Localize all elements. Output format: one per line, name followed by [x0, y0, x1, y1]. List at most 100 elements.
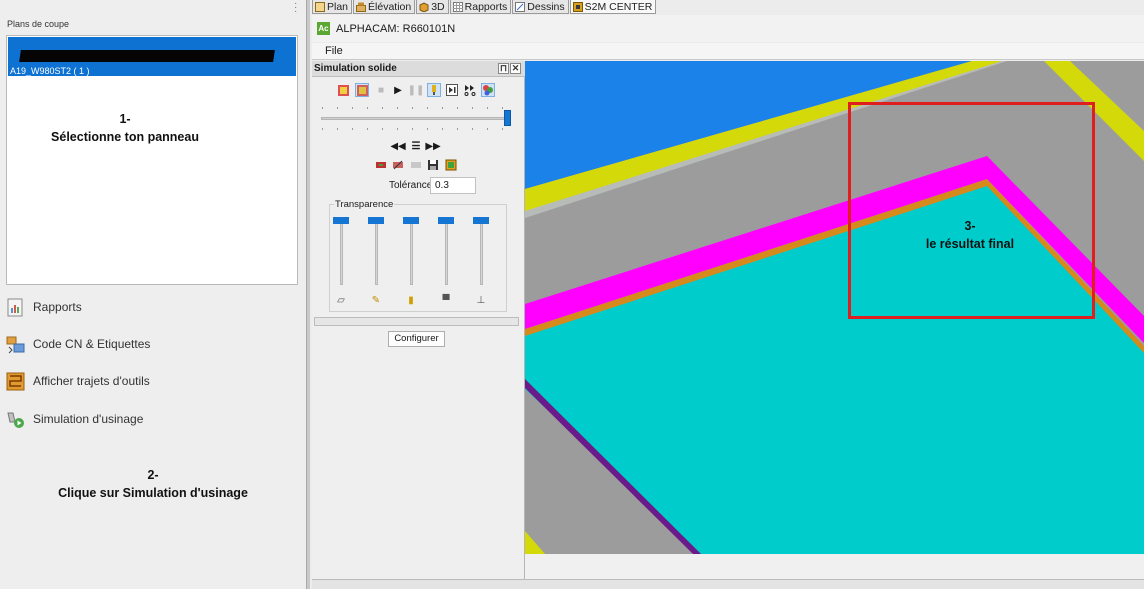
transparency-slider-holder[interactable]: [403, 217, 419, 289]
simulation-progress-bar: [314, 317, 519, 326]
tolerance-input[interactable]: 0.3: [430, 177, 476, 194]
simulation-panel-title: Simulation solide ⊓ ✕: [312, 61, 525, 77]
menu-file[interactable]: File: [325, 45, 343, 57]
simulation-panel: Simulation solide ⊓ ✕ ■ ▶ ❚❚ ◀◀ ☰ ▶▶ Tol…: [312, 61, 525, 579]
tab-rapports-label: Rapports: [464, 0, 508, 13]
list-item-selected[interactable]: A19_W980ST2 ( 1 ): [8, 37, 296, 76]
nav-simulation[interactable]: Simulation d'usinage: [6, 408, 143, 430]
instruction-note-1: 1- Sélectionne ton panneau: [40, 110, 210, 146]
slider-thumb[interactable]: [438, 217, 454, 224]
slider-thumb[interactable]: [403, 217, 419, 224]
tab-3d[interactable]: 3D: [416, 0, 449, 14]
status-bar: [312, 579, 1144, 589]
list-item-label: A19_W980ST2 ( 1 ): [10, 66, 90, 76]
transparency-slider-tool[interactable]: [368, 217, 384, 289]
tab-3d-label: 3D: [431, 0, 445, 13]
toolpath-icon: [6, 372, 25, 391]
stop-icon[interactable]: ■: [374, 83, 388, 97]
pin-icon[interactable]: ⊓: [498, 63, 509, 74]
nav-simulation-label: Simulation d'usinage: [33, 412, 144, 426]
simulation-speed-track[interactable]: [321, 117, 510, 120]
pause-icon[interactable]: ❚❚: [408, 83, 425, 97]
menu-bar: File: [312, 43, 1144, 60]
panel-splitter[interactable]: [306, 0, 310, 589]
color-icon[interactable]: [481, 83, 495, 97]
slider-ticks-top: [322, 107, 510, 109]
note-2-number: 2-: [147, 468, 159, 482]
play-icon[interactable]: ▶: [391, 83, 405, 97]
drawing-icon: [515, 1, 526, 12]
nav-code-cn-label: Code CN & Etiquettes: [33, 337, 151, 351]
elevation-icon: [356, 2, 367, 12]
slider-thumb[interactable]: [368, 217, 384, 224]
simulation-speed-thumb[interactable]: [504, 110, 511, 126]
panel-grip-icon[interactable]: · · ·: [294, 0, 297, 17]
tab-s2m-center[interactable]: S2M CENTER: [569, 0, 657, 14]
sim-restart-icon[interactable]: [355, 83, 369, 97]
export-icon[interactable]: [444, 158, 458, 172]
3d-viewport[interactable]: 3- le résultat final: [525, 61, 1144, 554]
panel-preview-bar: [19, 50, 275, 62]
tolerance-label: Tolérance: [389, 180, 433, 191]
sim-new-icon[interactable]: [336, 83, 350, 97]
tab-s2m-center-label: S2M CENTER: [584, 0, 653, 13]
tool-holder-icon: ✎: [371, 295, 381, 306]
tab-plan[interactable]: Plan: [312, 0, 353, 14]
window-title: ALPHACAM: R660101N: [336, 22, 456, 35]
cutting-plan-list[interactable]: A19_W980ST2 ( 1 ): [6, 35, 298, 285]
note-1-number: 1-: [119, 112, 131, 126]
forward-icon[interactable]: ▶▶: [425, 139, 440, 153]
tool-view-icon[interactable]: [427, 83, 441, 97]
simulation-icon: [6, 410, 25, 429]
view-tabs: Plan Élévation 3D Rapports Dessins S2M C…: [312, 0, 657, 14]
nav-code-cn[interactable]: Code CN & Etiquettes: [6, 333, 150, 355]
viewport-footer: [525, 554, 1144, 579]
cut-disabled-icon[interactable]: [409, 158, 423, 172]
transparency-slider-machine[interactable]: [473, 217, 489, 289]
transparency-slider-head[interactable]: [438, 217, 454, 289]
tab-plan-label: Plan: [327, 0, 349, 13]
transparency-slider-stock[interactable]: [333, 217, 349, 289]
save-icon[interactable]: [426, 158, 440, 172]
result-highlight-box: [848, 102, 1095, 319]
stock-icon: ▱: [337, 295, 345, 306]
cube-icon: [419, 1, 429, 13]
window-titlebar: Ac ALPHACAM: R660101N: [312, 15, 1144, 42]
slider-thumb[interactable]: [473, 217, 489, 224]
note-2-text: Clique sur Simulation d'usinage: [58, 486, 248, 500]
slider-ticks-bottom: [322, 128, 510, 130]
cut-hide-icon[interactable]: [391, 158, 405, 172]
tab-dessins[interactable]: Dessins: [512, 0, 569, 14]
cut-icon[interactable]: [374, 158, 388, 172]
s2m-icon: [572, 1, 583, 12]
instruction-note-2: 2- Clique sur Simulation d'usinage: [40, 466, 266, 502]
step-end-icon[interactable]: [445, 83, 459, 97]
slider-thumb[interactable]: [333, 217, 349, 224]
nav-toolpaths[interactable]: Afficher trajets d'outils: [6, 370, 150, 392]
nav-rapports-label: Rapports: [33, 300, 82, 314]
close-icon[interactable]: ✕: [510, 63, 521, 74]
rewind-icon[interactable]: ◀◀: [390, 139, 405, 153]
machine-icon: ⊥: [476, 295, 486, 306]
tab-elevation[interactable]: Élévation: [353, 0, 416, 14]
head-icon: ▀: [442, 295, 450, 306]
nav-rapports[interactable]: Rapports: [6, 296, 82, 318]
plan-icon: [315, 1, 325, 12]
note-3-text: le résultat final: [925, 237, 1015, 251]
configure-button[interactable]: Configurer: [388, 331, 445, 347]
cutting-plans-panel: Plans de coupe · · · A19_W980ST2 ( 1 ) 1- …: [0, 0, 306, 589]
alphacam-logo: Ac: [317, 22, 330, 35]
tab-elevation-label: Élévation: [368, 0, 412, 13]
note-1-text: Sélectionne ton panneau: [51, 130, 199, 144]
transparence-label: Transparence: [334, 199, 395, 210]
nc-code-icon: [6, 335, 25, 354]
tab-rapports[interactable]: Rapports: [449, 0, 512, 14]
instruction-note-3: 3- le résultat final: [895, 217, 1045, 253]
step-op-icon[interactable]: [463, 83, 477, 97]
report-icon: [6, 298, 25, 317]
tab-dessins-label: Dessins: [527, 0, 565, 13]
transparence-group: Transparence ▱ ✎ ▮ ▀ ⊥: [329, 199, 507, 312]
list-icon[interactable]: ☰: [409, 139, 423, 153]
panel-caption: Plans de coupe: [7, 19, 70, 29]
grid-icon: [452, 1, 463, 12]
